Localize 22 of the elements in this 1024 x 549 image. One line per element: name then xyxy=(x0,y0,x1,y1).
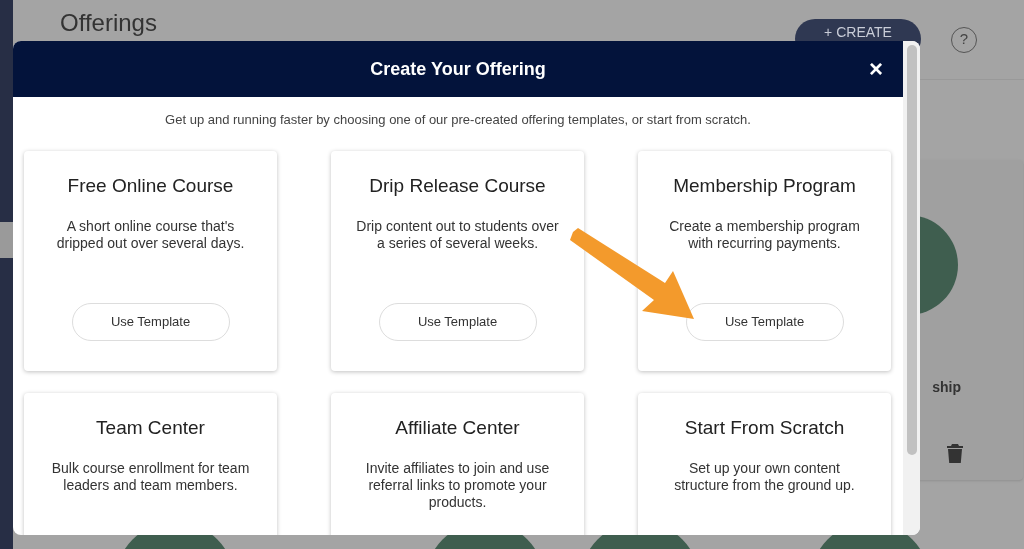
card-title: Membership Program xyxy=(673,173,856,198)
card-title: Start From Scratch xyxy=(684,415,845,440)
card-title: Team Center xyxy=(96,415,205,440)
use-template-button[interactable]: Use Template xyxy=(71,302,230,341)
card-description: Drip content out to students over a series of several weeks. xyxy=(355,218,560,252)
card-description: Set up your own content structure from the ground up. xyxy=(673,460,856,494)
sidebar-item[interactable] xyxy=(0,222,13,258)
use-template-button[interactable]: Use Template xyxy=(685,302,844,341)
page-title: Offerings xyxy=(60,8,157,37)
card-title: Free Online Course xyxy=(67,173,234,198)
trash-icon[interactable] xyxy=(947,444,963,463)
use-template-button[interactable]: Use Template xyxy=(378,302,537,341)
card-title: Drip Release Course xyxy=(369,173,546,198)
card-description: A short online course that's dripped out over several days. xyxy=(55,218,246,252)
scrollbar-thumb[interactable] xyxy=(906,45,917,455)
card-description: Bulk course enrollment for team leaders and team members. xyxy=(50,460,251,494)
card-description: Invite affiliates to join and use referral links to promote your products. xyxy=(364,460,551,511)
card-title: Affiliate Center xyxy=(395,415,520,440)
card-title: ship xyxy=(932,378,961,397)
card-description: Create a membership program with recurring payments. xyxy=(668,218,861,252)
modal-subtitle: Get up and running faster by choosing one of our pre-created offering templates, or start from scratch. xyxy=(164,111,752,129)
modal-title: Create Your Offering xyxy=(370,57,546,81)
